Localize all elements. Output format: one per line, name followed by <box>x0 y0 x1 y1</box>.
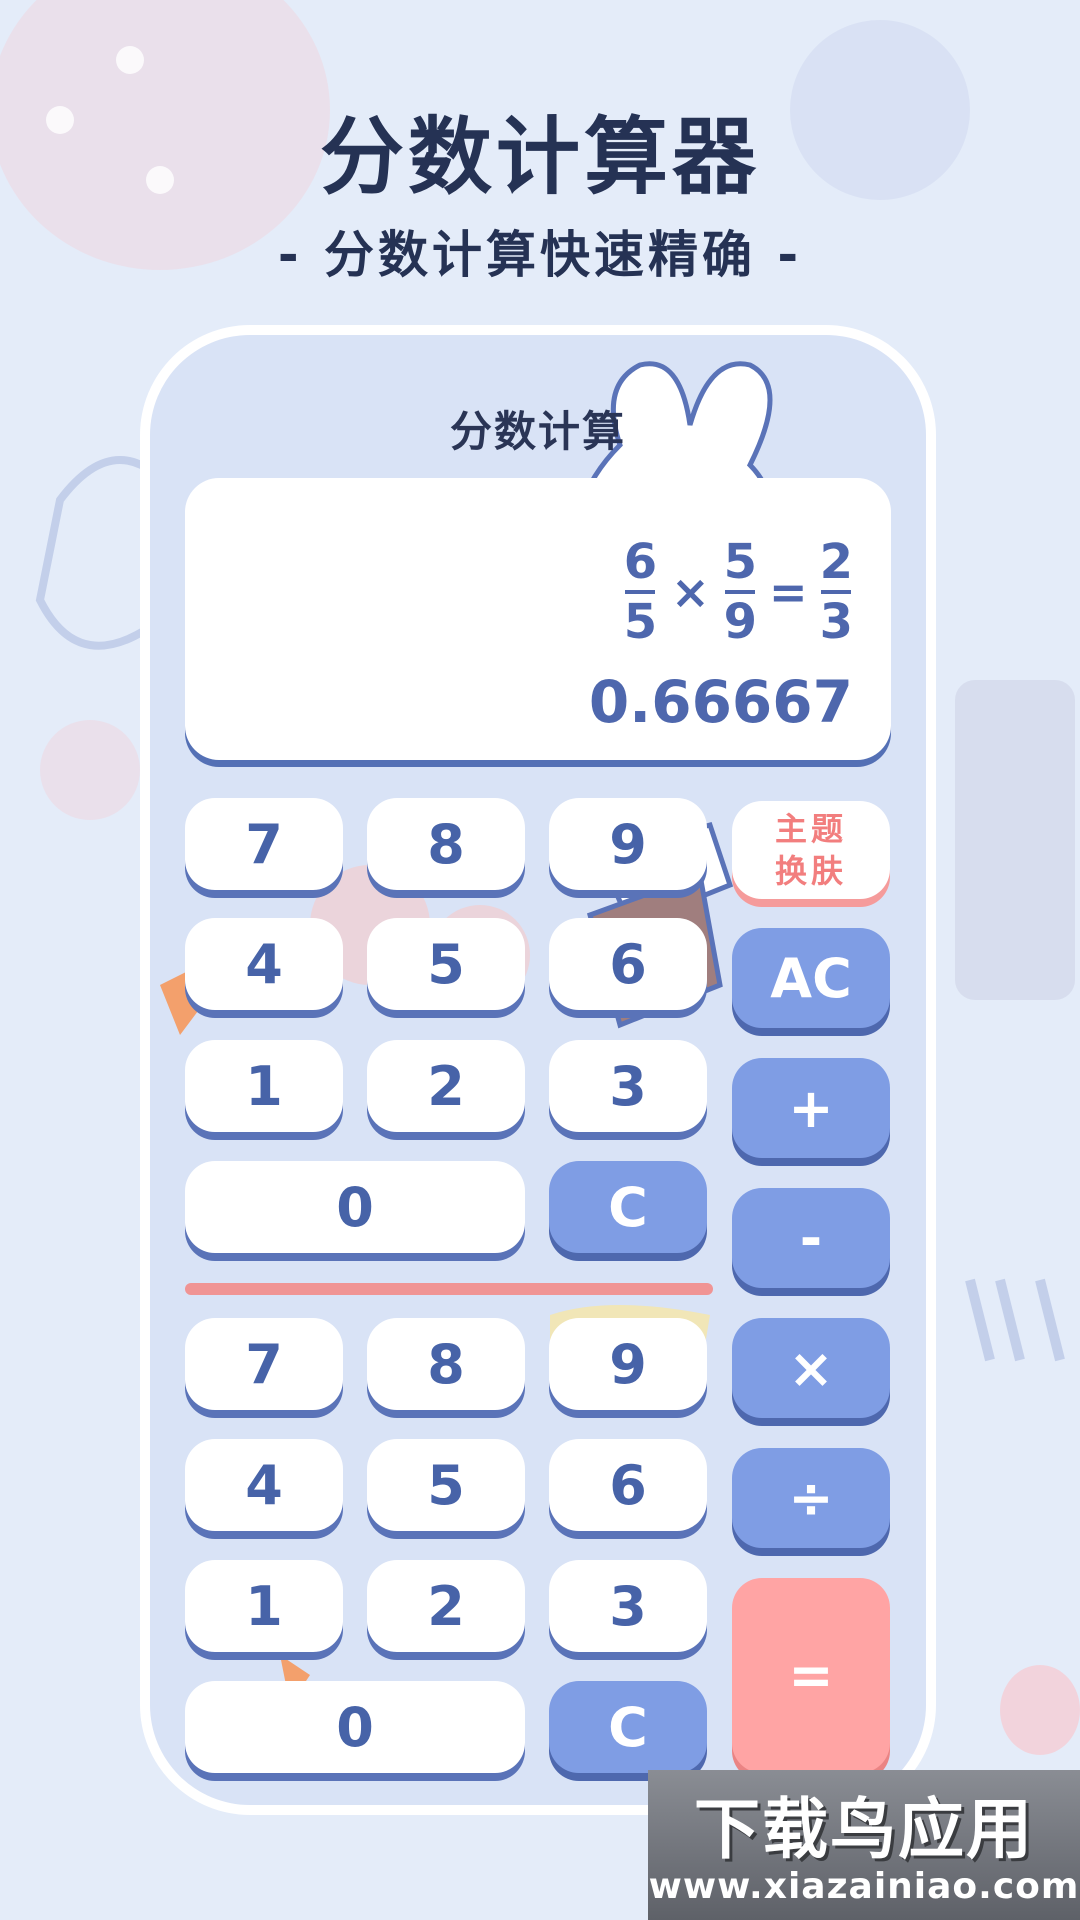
key-7[interactable]: 7 <box>185 798 343 890</box>
calculator-screen: 分数计算 6 5 × 5 9 = 2 3 0.66667 7 8 9 4 5 6… <box>150 335 926 1805</box>
decimal-result: 0.66667 <box>588 668 853 736</box>
denominator: 5 <box>623 594 658 650</box>
app-subtitle: - 分数计算快速精确 - <box>277 226 803 284</box>
watermark-url: www.xiazainiao.com <box>648 1866 1080 1907</box>
key-8[interactable]: 8 <box>367 1318 525 1410</box>
key-3[interactable]: 3 <box>549 1560 707 1652</box>
key-5[interactable]: 5 <box>367 1439 525 1531</box>
key-2[interactable]: 2 <box>367 1560 525 1652</box>
key-clear[interactable]: C <box>549 1681 707 1773</box>
key-6[interactable]: 6 <box>549 918 707 1010</box>
fraction-divider-line <box>185 1283 713 1295</box>
phone-frame: 分数计算 6 5 × 5 9 = 2 3 0.66667 7 8 9 4 5 6… <box>140 325 936 1815</box>
operator-symbol: × <box>671 565 710 619</box>
theme-switch-button[interactable]: 主题 换肤 <box>732 801 890 899</box>
equals-button[interactable]: = <box>732 1578 890 1773</box>
key-5[interactable]: 5 <box>367 918 525 1010</box>
equals-symbol: = <box>769 565 808 619</box>
screen-title: 分数计算 <box>449 407 626 456</box>
multiply-button[interactable]: × <box>732 1318 890 1418</box>
theme-label-line1: 主题 <box>774 810 847 848</box>
minus-button[interactable]: - <box>732 1188 890 1288</box>
key-0[interactable]: 0 <box>185 1681 525 1773</box>
key-4[interactable]: 4 <box>185 918 343 1010</box>
fraction-operand-1: 6 5 <box>624 536 657 648</box>
fraction-answer: 2 3 <box>820 536 853 648</box>
watermark-text: 下载鸟应用 <box>694 1791 1034 1868</box>
key-7[interactable]: 7 <box>185 1318 343 1410</box>
numerator: 5 <box>723 534 758 590</box>
denominator: 9 <box>723 594 758 650</box>
numerator: 6 <box>623 534 658 590</box>
fraction-expression: 6 5 × 5 9 = 2 3 <box>624 536 853 648</box>
key-1[interactable]: 1 <box>185 1560 343 1652</box>
result-display: 6 5 × 5 9 = 2 3 0.66667 <box>185 478 891 760</box>
app-title: 分数计算器 <box>319 108 760 206</box>
plus-button[interactable]: + <box>732 1058 890 1158</box>
all-clear-button[interactable]: AC <box>732 928 890 1028</box>
key-6[interactable]: 6 <box>549 1439 707 1531</box>
key-8[interactable]: 8 <box>367 798 525 890</box>
key-9[interactable]: 9 <box>549 798 707 890</box>
denominator: 3 <box>819 594 853 650</box>
key-2[interactable]: 2 <box>367 1040 525 1132</box>
key-4[interactable]: 4 <box>185 1439 343 1531</box>
key-1[interactable]: 1 <box>185 1040 343 1132</box>
theme-label-line2: 换肤 <box>774 852 847 890</box>
key-0[interactable]: 0 <box>185 1161 525 1253</box>
fraction-operand-2: 5 9 <box>724 536 757 648</box>
watermark-badge: 下载鸟应用 www.xiazainiao.com <box>648 1770 1080 1920</box>
divide-button[interactable]: ÷ <box>732 1448 890 1548</box>
key-clear[interactable]: C <box>549 1161 707 1253</box>
key-9[interactable]: 9 <box>549 1318 707 1410</box>
key-3[interactable]: 3 <box>549 1040 707 1132</box>
numerator: 2 <box>819 534 853 590</box>
